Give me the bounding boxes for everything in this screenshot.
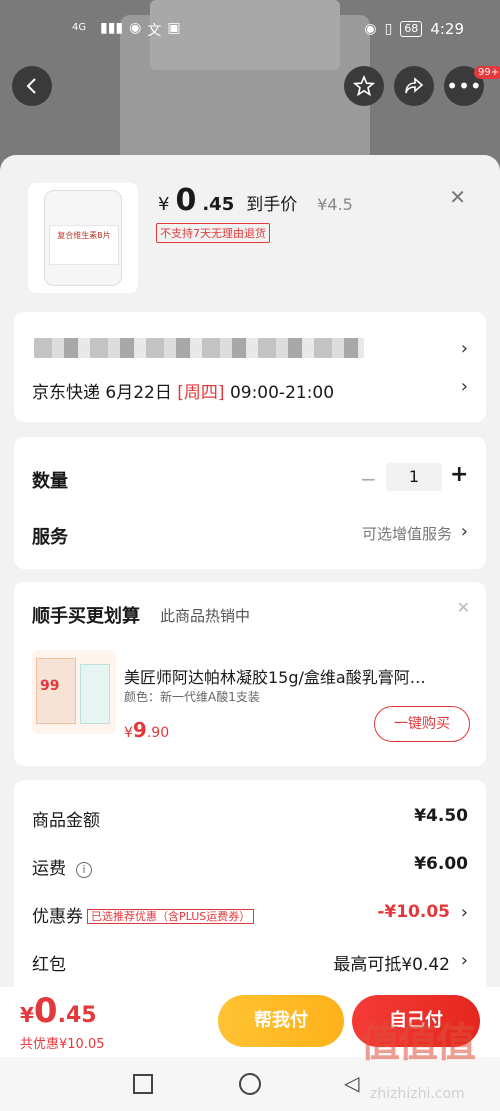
product-header: 复合维生素B片 ¥0.45 到手价 ¥4.5 不支持7天无理由退货 ✕ — [0, 155, 500, 305]
price-badge: 99 — [40, 678, 60, 694]
redpacket-row[interactable]: 红包 最高可抵¥0.42 › — [32, 950, 468, 975]
shipping-label: 运费 — [32, 859, 66, 879]
system-back-button[interactable]: ◁ — [344, 1071, 359, 1095]
original-price: ¥4.5 — [317, 195, 353, 214]
recommend-item-variant: 颜色：新一代维A酸1支装 — [124, 690, 260, 704]
price-decimal: .45 — [57, 1003, 97, 1028]
watermark-logo: 值值值 — [360, 1020, 476, 1066]
eye-icon: ◉ — [364, 21, 377, 37]
quantity-service-card: 数量 − 1 + 服务 可选增值服务 › — [14, 437, 486, 569]
redpacket-label: 红包 — [32, 955, 66, 975]
close-icon[interactable]: ✕ — [449, 185, 466, 209]
watermark-url: zhizhizhi.com — [370, 1086, 465, 1102]
delivery-day: [周四] — [177, 383, 225, 403]
checkout-sheet: 复合维生素B片 ¥0.45 到手价 ¥4.5 不支持7天无理由退货 ✕ › 京东… — [0, 155, 500, 1111]
chevron-right-icon: › — [460, 902, 468, 923]
recommend-title: 顺手买更划算 — [32, 606, 140, 627]
recommend-item-image[interactable]: 99 — [32, 650, 116, 734]
price-integer: 9 — [132, 718, 147, 742]
currency-symbol: ¥ — [20, 1003, 34, 1027]
quantity-minus-button[interactable]: − — [360, 467, 377, 491]
price-integer: 0 — [175, 183, 197, 218]
quantity-label: 数量 — [32, 471, 68, 492]
price-decimal: .45 — [202, 194, 235, 215]
more-badge: 99+ — [474, 66, 500, 79]
share-button[interactable] — [394, 66, 434, 106]
redpacket-value: 最高可抵¥0.42 — [333, 955, 450, 975]
signal-icon: ▮▮▮ — [100, 20, 124, 36]
battery-icon: 68 — [400, 21, 423, 37]
recent-apps-button[interactable] — [133, 1074, 153, 1094]
goods-amount-value: ¥4.50 — [414, 806, 468, 826]
price-suffix: 到手价 — [246, 195, 298, 215]
product-image: 复合维生素B片 — [28, 183, 138, 293]
shipping-row: 运费 i ¥6.00 — [32, 854, 468, 879]
star-icon — [353, 75, 375, 97]
home-button[interactable] — [239, 1073, 261, 1095]
status-icons-right: ◉ ▯ 68 4:29 — [364, 20, 464, 38]
delivery-date: 6月22日 — [105, 383, 172, 403]
delivery-info: 京东快递 6月22日 [周四] 09:00-21:00 — [32, 378, 334, 403]
delivery-carrier: 京东快递 — [32, 383, 100, 403]
status-icons-left: ▮▮▮ ◉ 文 ▣ — [100, 20, 181, 40]
status-bar: 4G ▮▮▮ ◉ 文 ▣ ◉ ▯ 68 4:29 — [0, 0, 500, 60]
close-icon[interactable]: ✕ — [457, 598, 470, 617]
chevron-left-icon — [26, 78, 36, 94]
quantity-input[interactable]: 1 — [386, 463, 442, 491]
chevron-right-icon: › — [460, 338, 468, 359]
currency-symbol: ¥ — [158, 194, 170, 215]
chevron-right-icon: › — [460, 376, 468, 397]
coupon-value: -¥10.05 — [377, 902, 450, 922]
recommend-subtitle: 此商品热销中 — [160, 607, 251, 625]
shipping-value: ¥6.00 — [414, 854, 468, 874]
app-store-icon: ▣ — [167, 20, 181, 36]
order-summary-card: 商品金额 ¥4.50 运费 i ¥6.00 优惠券 已选推荐优惠（含PLUS运费券）… — [14, 780, 486, 1012]
recommend-item-price: ¥9.90 — [124, 718, 169, 742]
product-tube-image — [80, 664, 110, 724]
service-label: 服务 — [32, 527, 68, 548]
price-decimal: .90 — [146, 725, 170, 741]
address-blurred — [34, 338, 364, 358]
chevron-right-icon[interactable]: › — [461, 521, 468, 542]
service-hint[interactable]: 可选增值服务 — [362, 523, 452, 544]
back-button[interactable] — [12, 66, 52, 106]
product-price: ¥0.45 到手价 ¥4.5 — [158, 183, 353, 218]
goods-amount-row: 商品金额 ¥4.50 — [32, 806, 468, 831]
price-integer: 0 — [33, 991, 58, 1031]
favorite-button[interactable] — [344, 66, 384, 106]
network-type: 4G — [72, 22, 87, 33]
total-saving: 共优惠¥10.05 — [20, 1037, 105, 1052]
help-me-pay-button[interactable]: 帮我付 — [218, 995, 344, 1047]
recommend-card: 顺手买更划算 此商品热销中 ✕ 99 美匠师阿达帕林凝胶15g/盒维a酸乳膏阿…… — [14, 582, 486, 766]
delivery-window: 09:00-21:00 — [229, 383, 335, 403]
one-click-buy-button[interactable]: 一键购买 — [374, 706, 470, 742]
vibrate-icon: ▯ — [384, 21, 393, 37]
no-return-tag: 不支持7天无理由退货 — [156, 223, 270, 243]
app-icon: ◉ — [129, 20, 142, 36]
currency-symbol: ¥ — [124, 725, 133, 741]
total-price: ¥0.45 — [20, 991, 97, 1031]
coupon-row[interactable]: 优惠券 已选推荐优惠（含PLUS运费券） -¥10.05 › — [32, 902, 468, 927]
bottle-label: 复合维生素B片 — [49, 225, 119, 265]
pill-bottle-image: 复合维生素B片 — [44, 190, 122, 286]
coupon-label: 优惠券 — [32, 907, 83, 927]
quantity-plus-button[interactable]: + — [450, 462, 468, 487]
recommend-item-name[interactable]: 美匠师阿达帕林凝胶15g/盒维a酸乳膏阿… — [124, 664, 464, 688]
coupon-tag: 已选推荐优惠（含PLUS运费券） — [87, 909, 255, 924]
chevron-right-icon: › — [460, 950, 468, 971]
info-icon[interactable]: i — [76, 862, 92, 878]
address-card[interactable]: › 京东快递 6月22日 [周四] 09:00-21:00 › — [14, 312, 486, 422]
goods-amount-label: 商品金额 — [32, 811, 100, 831]
share-icon — [405, 77, 424, 94]
clock: 4:29 — [430, 20, 464, 38]
translate-icon: 文 — [147, 23, 162, 39]
